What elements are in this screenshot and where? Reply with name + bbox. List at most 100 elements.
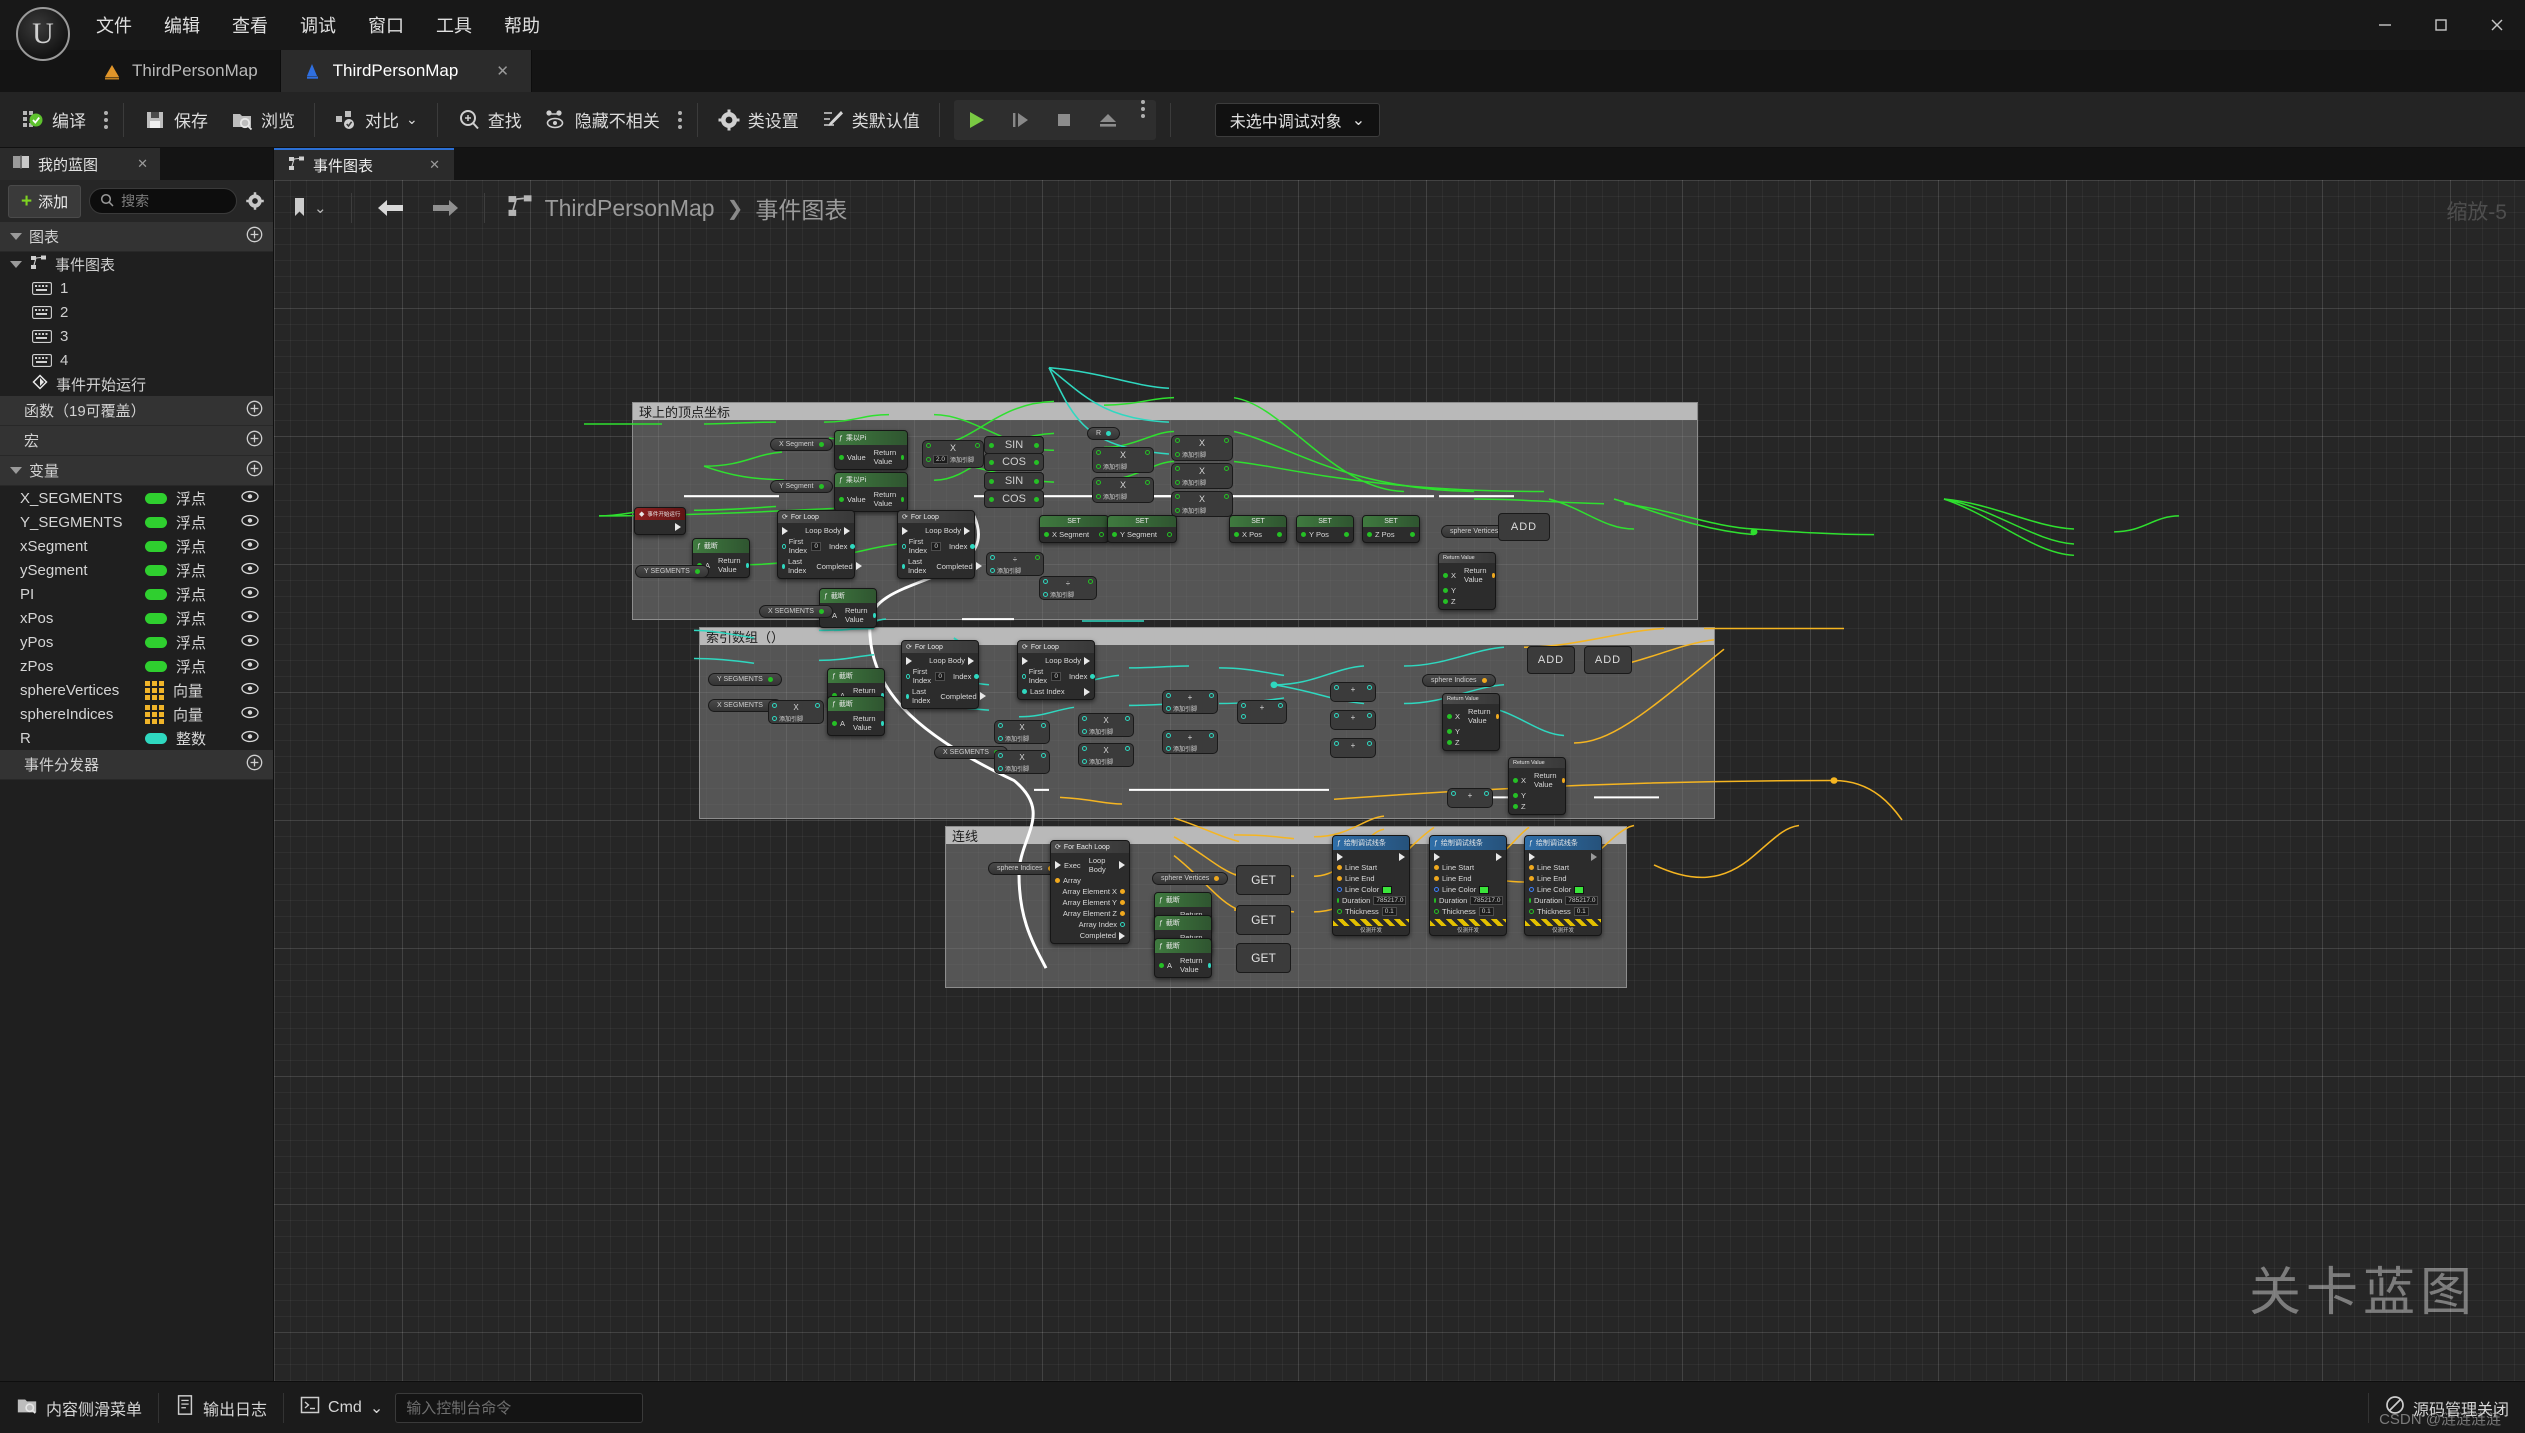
eye-icon[interactable] — [241, 514, 259, 531]
node-sin-1[interactable]: SIN — [984, 436, 1044, 454]
close-icon[interactable]: ✕ — [137, 156, 148, 172]
chevron-down-icon[interactable] — [10, 260, 22, 268]
color-swatch[interactable] — [1574, 885, 1585, 894]
node-multiply-pi-y[interactable]: ƒ 乘以Pi Value Return Value — [834, 472, 908, 512]
tab-my-blueprint[interactable]: 我的蓝图 ✕ — [0, 148, 160, 180]
add-pin-label[interactable]: 添加引脚 — [1182, 478, 1206, 487]
variable-row[interactable]: Y_SEGMENTS 浮点 — [0, 510, 273, 534]
variable-row[interactable]: zPos 浮点 — [0, 654, 273, 678]
node-make-vector-3[interactable]: Return Value X Return Value Y Z — [1508, 757, 1566, 815]
node-draw-debug-line-3[interactable]: ƒ 绘制调试线条 Line Start Line End Line Color D… — [1524, 835, 1602, 936]
chevron-down-icon[interactable] — [10, 467, 22, 474]
play-button[interactable] — [954, 100, 998, 140]
node-truncate-7[interactable]: ƒ 截断 A Return Value — [1154, 938, 1212, 978]
bookmark-button[interactable]: ⌄ — [286, 192, 333, 224]
breadcrumb-root[interactable]: ThirdPersonMap — [545, 195, 715, 222]
pin-y-pos[interactable]: Y Pos — [1309, 530, 1329, 539]
input-duration[interactable]: 785217.0 — [1565, 896, 1599, 905]
node-set-x-pos[interactable]: SET X Pos — [1229, 515, 1287, 543]
compile-options-button[interactable] — [97, 110, 115, 129]
node-set-x-segment[interactable]: SET X Segment — [1039, 515, 1109, 543]
pin-last-index[interactable]: Last Index — [788, 557, 808, 575]
node-add-r2-e[interactable]: + — [1237, 700, 1287, 724]
pin-loop-body[interactable]: Loop Body — [1045, 656, 1081, 665]
variable-row[interactable]: sphereVertices 向量 — [0, 678, 273, 702]
pin-completed[interactable]: Completed — [936, 562, 972, 571]
pin-z[interactable]: Z — [1521, 802, 1526, 811]
content-drawer-button[interactable]: 内容侧滑菜单 — [0, 1382, 158, 1433]
node-divide-1[interactable]: ÷ 添加引脚 — [986, 552, 1044, 576]
node-add-r2-d[interactable]: + 添加引脚 — [1162, 730, 1218, 754]
pin-z[interactable]: Z — [1451, 597, 1456, 606]
node-cos-1[interactable]: COS — [984, 453, 1044, 471]
node-get-sphere-indices-1[interactable]: sphere Indices — [1422, 674, 1496, 687]
pin-duration[interactable]: Duration — [1342, 896, 1370, 905]
play-options-button[interactable] — [1130, 99, 1156, 140]
pin-loop-body[interactable]: Loop Body — [925, 526, 961, 535]
eye-icon[interactable] — [241, 706, 259, 723]
add-pin-label[interactable]: 添加引脚 — [1103, 492, 1127, 501]
pin-value[interactable]: Value — [847, 495, 866, 504]
add-pin-label[interactable]: 添加引脚 — [1089, 757, 1113, 766]
pin-line-color[interactable]: Line Color — [1345, 885, 1379, 894]
node-draw-debug-line-1[interactable]: ƒ 绘制调试线条 Line Start Line End Line Color D… — [1332, 835, 1410, 936]
pin-index[interactable]: Index — [953, 672, 971, 681]
pin-return-value[interactable]: Return Value — [874, 490, 899, 508]
node-set-z-pos[interactable]: SET Z Pos — [1362, 515, 1420, 543]
variable-row[interactable]: yPos 浮点 — [0, 630, 273, 654]
pin-loop-body[interactable]: Loop Body — [929, 656, 965, 665]
pin-array-element-z[interactable]: Array Element Z — [1063, 909, 1117, 918]
tree-item-graph-1[interactable]: 1 — [0, 276, 273, 300]
add-pin-label[interactable]: 添加引脚 — [1182, 450, 1206, 459]
node-multiply-pi-x[interactable]: ƒ 乘以Pi Value Return Value — [834, 430, 908, 470]
node-add-r2-f[interactable]: + — [1330, 682, 1376, 702]
pin-array-element-y[interactable]: Array Element Y — [1063, 898, 1117, 907]
node-add-r2-g[interactable]: + — [1330, 710, 1376, 730]
node-add-r2-h[interactable]: + — [1330, 738, 1376, 758]
input-thickness[interactable]: 0.1 — [1381, 907, 1397, 916]
add-button[interactable]: + 添加 — [8, 184, 82, 218]
pin-value[interactable]: Value — [847, 453, 866, 462]
eye-icon[interactable] — [241, 586, 259, 603]
add-pin-label[interactable]: 添加引脚 — [997, 566, 1021, 575]
minimize-button[interactable] — [2357, 0, 2413, 50]
node-multiply-d[interactable]: X 添加引脚 — [1171, 463, 1233, 489]
pin-loop-body[interactable]: Loop Body — [805, 526, 841, 535]
pin-completed[interactable]: Completed — [940, 692, 976, 701]
pin-return-value[interactable]: Return Value — [853, 714, 878, 732]
node-get-y-segment[interactable]: Y Segment — [770, 480, 833, 493]
node-set-y-pos[interactable]: SET Y Pos — [1296, 515, 1354, 543]
node-draw-debug-line-2[interactable]: ƒ 绘制调试线条 Line Start Line End Line Color D… — [1429, 835, 1507, 936]
chevron-down-icon[interactable] — [10, 233, 22, 240]
variable-row[interactable]: R 整数 — [0, 726, 273, 750]
input-duration[interactable]: 785217.0 — [1373, 896, 1407, 905]
node-make-vector-2[interactable]: Return Value X Return Value Y Z — [1442, 693, 1500, 751]
input-first-index[interactable]: 0 — [1051, 671, 1061, 681]
pin-first-index[interactable]: First Index — [789, 537, 809, 555]
pin-return-value[interactable]: Return Value — [1180, 956, 1205, 974]
add-pin-label[interactable]: 添加引脚 — [1173, 744, 1197, 753]
pin-x[interactable]: X — [1521, 776, 1526, 785]
debug-object-select[interactable]: 未选中调试对象 ⌄ — [1214, 102, 1381, 137]
add-pin-label[interactable]: 添加引脚 — [779, 714, 803, 723]
node-for-loop-4[interactable]: ⟳ For Loop Loop Body First Index 0 Index La… — [1017, 640, 1096, 700]
node-get-array-1[interactable]: GET — [1236, 865, 1291, 895]
pin-last-index[interactable]: Last Index — [908, 557, 928, 575]
pin-last-index[interactable]: Last Index — [912, 687, 932, 705]
tree-item-graph-4[interactable]: 4 — [0, 348, 273, 372]
browse-button[interactable]: 浏览 — [219, 99, 306, 141]
node-add-1[interactable]: ADD — [1498, 513, 1550, 541]
menu-item-edit[interactable]: 编辑 — [148, 6, 216, 44]
pin-array[interactable]: Array — [1063, 876, 1081, 885]
stop-button[interactable] — [1042, 100, 1086, 140]
pin-y[interactable]: Y — [1451, 586, 1456, 595]
pin-return-value[interactable]: Return Value — [845, 606, 870, 624]
pin-return-value[interactable]: Return Value — [874, 448, 899, 466]
node-multiply-2[interactable]: X 2.0 添加引脚 — [922, 440, 984, 468]
section-graphs[interactable]: 图表 — [0, 222, 273, 252]
settings-gear-icon[interactable] — [245, 191, 265, 211]
color-swatch[interactable] — [1479, 885, 1490, 894]
pin-first-index[interactable]: First Index — [913, 667, 933, 685]
pin-return-value[interactable]: Return Value — [1468, 707, 1493, 725]
pin-return-value[interactable]: Return Value — [1464, 566, 1489, 584]
